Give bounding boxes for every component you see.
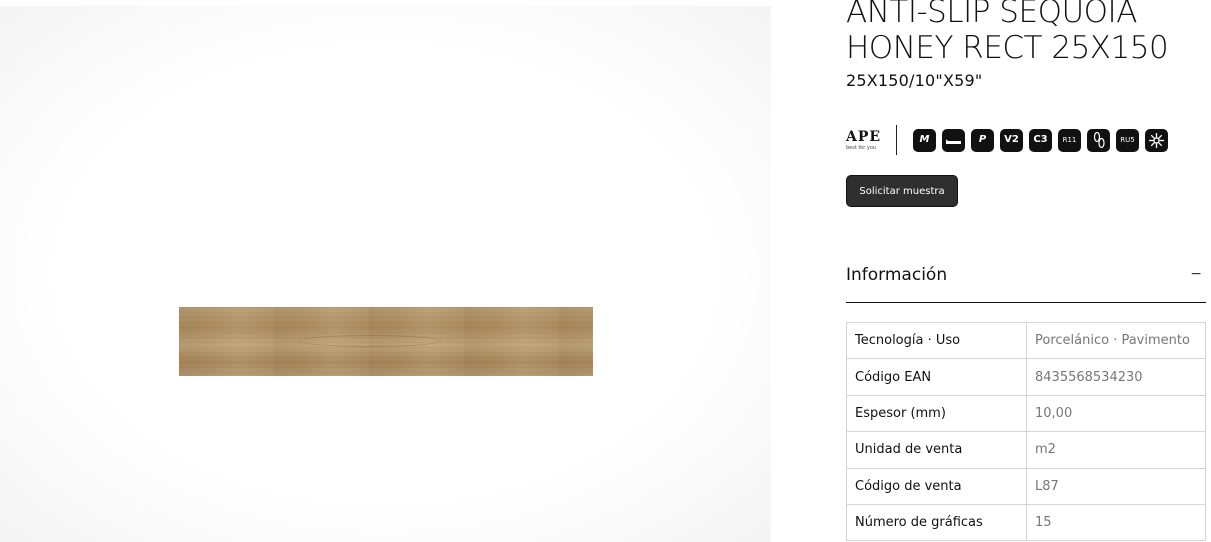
spec-value: Porcelánico · Pavimento — [1026, 321, 1206, 360]
shade-variation-v2-icon: V2 — [1000, 128, 1023, 152]
spec-value: 15 — [1026, 503, 1206, 542]
request-sample-button[interactable]: Solicitar muestra — [846, 175, 958, 207]
slip-resistance-r11-icon: R11 — [1058, 128, 1081, 152]
spec-key: Espesor (mm) — [846, 394, 1027, 433]
info-table: Tecnología · Uso Porcelánico · Pavimento… — [846, 321, 1206, 542]
brand-name: APE — [846, 128, 882, 145]
spec-key: Tecnología · Uso — [846, 321, 1027, 360]
spec-key: Número de gráficas — [846, 503, 1027, 542]
table-row: Código EAN 8435568534230 — [846, 358, 1206, 396]
spec-key: Código de venta — [846, 467, 1027, 505]
collapse-icon[interactable]: − — [1190, 262, 1202, 302]
floor-use-icon: P — [971, 128, 994, 152]
product-subtitle: 25X150/10"X59" — [846, 71, 983, 90]
rectified-edge-icon — [942, 128, 965, 152]
table-row: Número de gráficas 15 — [846, 503, 1206, 542]
brand-tagline: best for you — [846, 144, 877, 151]
spec-value: L87 — [1026, 467, 1206, 505]
table-row: Espesor (mm) 10,00 — [846, 394, 1206, 433]
slip-class-c3-icon: C3 — [1029, 128, 1052, 152]
badge-divider — [896, 125, 897, 155]
info-accordion-header[interactable]: Información − — [846, 262, 1206, 303]
table-row: Tecnología · Uso Porcelánico · Pavimento — [846, 321, 1206, 360]
feature-badges: APE best for you M P V2 C3 R11 RU5 — [846, 125, 1174, 155]
product-title: ANTI-SLIP SEQUOIA HONEY RECT 25X150 — [846, 0, 1169, 66]
frost-resistant-icon — [1145, 128, 1168, 152]
spec-key: Código EAN — [846, 358, 1027, 396]
anti-slip-footprint-icon — [1087, 128, 1110, 152]
matte-finish-icon: M — [913, 128, 936, 152]
ru5-icon: RU5 — [1116, 128, 1139, 152]
table-row: Código de venta L87 — [846, 467, 1206, 505]
brand-logo: APE best for you — [846, 130, 890, 151]
spec-value: 8435568534230 — [1026, 358, 1206, 396]
spec-key: Unidad de venta — [846, 431, 1027, 469]
product-image-panel — [0, 6, 771, 542]
info-title: Información — [846, 265, 948, 285]
spec-value: 10,00 — [1026, 394, 1206, 433]
spec-value: m2 — [1026, 431, 1206, 469]
product-tile-image[interactable] — [179, 307, 593, 376]
table-row: Unidad de venta m2 — [846, 431, 1206, 469]
